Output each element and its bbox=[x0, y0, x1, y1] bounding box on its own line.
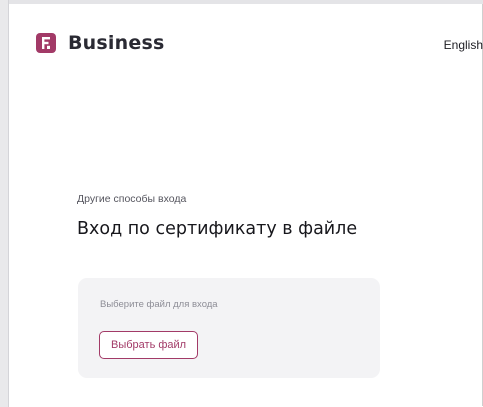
brand-logo[interactable]: Business bbox=[36, 32, 164, 54]
page-title: Вход по сертификату в файле bbox=[77, 219, 358, 239]
file-select-card: Выберите файл для входа Выбрать файл bbox=[78, 278, 380, 378]
brand-logo-icon bbox=[36, 33, 56, 53]
window-left-edge bbox=[0, 0, 9, 407]
choose-file-button[interactable]: Выбрать файл bbox=[99, 331, 199, 359]
file-select-hint: Выберите файл для входа bbox=[100, 299, 218, 310]
brand-name: Business bbox=[68, 32, 165, 54]
language-switch[interactable]: English bbox=[444, 38, 483, 52]
section-label: Другие способы входа bbox=[77, 193, 187, 205]
window-top-border bbox=[0, 0, 483, 4]
